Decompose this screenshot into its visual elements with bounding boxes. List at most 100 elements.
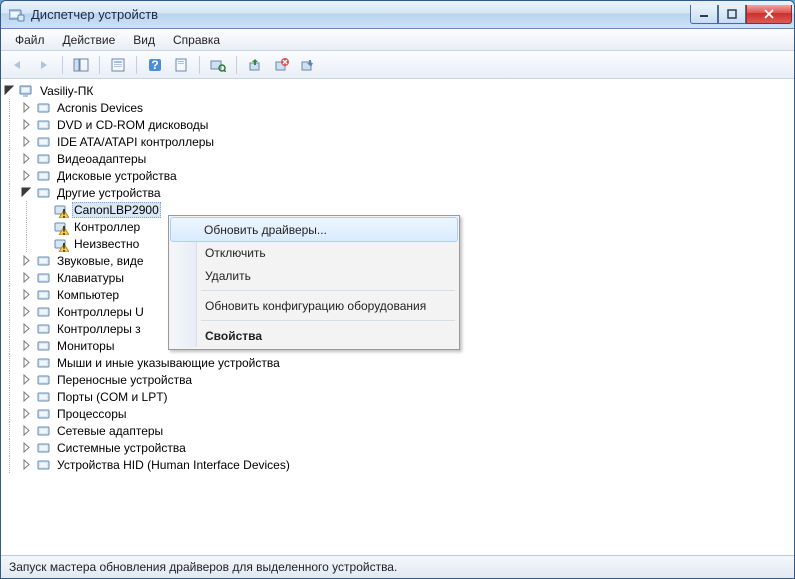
expand-icon[interactable] [18,99,35,116]
menu-view[interactable]: Вид [125,31,163,49]
expand-icon[interactable] [18,167,35,184]
menu-help[interactable]: Справка [165,31,228,49]
forward-button [33,54,55,76]
tree-category[interactable]: Другие устройства [1,184,794,201]
tree-category[interactable]: Устройства HID (Human Interface Devices) [1,456,794,473]
category-icon [35,270,53,286]
category-label: Звуковые, виде [55,254,146,268]
category-label: Мониторы [55,339,116,353]
expand-icon[interactable] [18,439,35,456]
expand-icon[interactable] [18,422,35,439]
svg-text:!: ! [62,223,66,235]
expand-icon[interactable] [18,286,35,303]
expand-icon[interactable] [18,303,35,320]
category-label: Компьютер [55,288,121,302]
category-icon [35,406,53,422]
tree-category[interactable]: Порты (COM и LPT) [1,388,794,405]
category-icon [35,168,53,184]
category-icon [35,253,53,269]
tree-category[interactable]: Системные устройства [1,439,794,456]
show-hide-tree-button[interactable] [70,54,92,76]
minimize-button[interactable] [690,5,718,24]
context-menu-item[interactable]: Свойства [171,324,457,347]
status-text: Запуск мастера обновления драйверов для … [9,560,397,574]
device-label: Неизвестно [72,237,141,251]
scan-hardware-button[interactable] [207,54,229,76]
context-menu-separator [201,320,455,321]
toolbar-separator [199,56,200,74]
expand-icon[interactable] [18,133,35,150]
properties-sheet-button[interactable] [170,54,192,76]
context-menu-separator [201,290,455,291]
expand-icon[interactable] [18,269,35,286]
context-menu-item[interactable]: Обновить конфигурацию оборудования [171,294,457,317]
category-label: Видеоадаптеры [55,152,148,166]
tree-category[interactable]: DVD и CD-ROM дисководы [1,116,794,133]
toolbar-separator [62,56,63,74]
device-label: Контроллер [72,220,142,234]
category-label: Устройства HID (Human Interface Devices) [55,458,292,472]
device-warning-icon: ! [52,236,70,252]
context-menu-item[interactable]: Отключить [171,241,457,264]
expand-icon[interactable] [18,150,35,167]
tree-root[interactable]: Vasiliy-ПК [1,82,794,99]
help-button[interactable]: ? [144,54,166,76]
expand-icon[interactable] [18,405,35,422]
maximize-button[interactable] [718,5,746,24]
expand-icon[interactable] [18,320,35,337]
expand-icon[interactable] [18,354,35,371]
window-controls [690,5,792,24]
tree-category[interactable]: IDE ATA/ATAPI контроллеры [1,133,794,150]
tree-category[interactable]: Видеоадаптеры [1,150,794,167]
expand-icon[interactable] [18,337,35,354]
category-label: Контроллеры з [55,322,143,336]
tree-category[interactable]: Сетевые адаптеры [1,422,794,439]
category-label: Сетевые адаптеры [55,424,165,438]
close-button[interactable] [746,5,792,24]
expand-icon[interactable] [18,456,35,473]
menubar: Файл Действие Вид Справка [1,29,794,51]
menu-action[interactable]: Действие [55,31,124,49]
collapse-icon[interactable] [1,82,18,99]
tree-category[interactable]: Переносные устройства [1,371,794,388]
category-label: Дисковые устройства [55,169,179,183]
expand-icon[interactable] [18,116,35,133]
tree-category[interactable]: Мыши и иные указывающие устройства [1,354,794,371]
category-label: Переносные устройства [55,373,194,387]
category-icon [35,372,53,388]
category-icon [35,100,53,116]
category-icon [35,440,53,456]
context-menu-item[interactable]: Обновить драйверы... [170,217,458,242]
expand-icon[interactable] [18,252,35,269]
category-icon [35,304,53,320]
device-warning-icon: ! [52,219,70,235]
svg-text:?: ? [151,58,158,72]
tree-category[interactable]: Acronis Devices [1,99,794,116]
expand-icon[interactable] [18,371,35,388]
context-menu-item[interactable]: Удалить [171,264,457,287]
uninstall-button[interactable] [270,54,292,76]
category-icon [35,287,53,303]
toolbar-separator [236,56,237,74]
tree-category[interactable]: Процессоры [1,405,794,422]
expand-icon[interactable] [18,388,35,405]
computer-icon [18,83,36,99]
update-driver-button[interactable] [244,54,266,76]
disable-button[interactable] [296,54,318,76]
tree-panel: Vasiliy-ПКAcronis DevicesDVD и CD-ROM ди… [1,79,794,555]
titlebar[interactable]: Диспетчер устройств [1,1,794,29]
category-label: IDE ATA/ATAPI контроллеры [55,135,216,149]
category-label: Контроллеры U [55,305,146,319]
device-manager-window: Диспетчер устройств Файл Действие Вид Сп… [0,0,795,579]
expand-icon[interactable] [18,184,35,201]
category-label: Другие устройства [55,186,163,200]
context-menu: Обновить драйверы...ОтключитьУдалить Обно… [168,215,460,350]
category-icon [35,355,53,371]
toolbar-separator [136,56,137,74]
tree-category[interactable]: Дисковые устройства [1,167,794,184]
menu-file[interactable]: Файл [7,31,53,49]
category-icon [35,151,53,167]
category-icon [35,457,53,473]
category-icon [35,117,53,133]
properties-button[interactable] [107,54,129,76]
